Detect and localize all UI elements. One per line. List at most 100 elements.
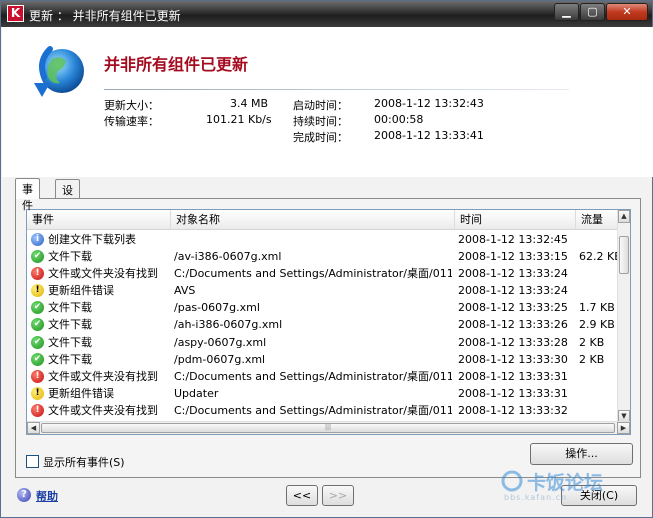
cell-time: 2008-1-12 13:33:32 bbox=[458, 403, 568, 417]
cell-traffic: 2 KB bbox=[579, 335, 605, 349]
cell-traffic: 2.9 KB bbox=[579, 318, 615, 332]
cell-traffic: 2 KB bbox=[579, 352, 605, 366]
scroll-left-icon[interactable]: ◀ bbox=[27, 422, 40, 434]
table-row[interactable]: ✔ 文件下载/pdm-0607g.xml 2008-1-12 13:33:30 2 K… bbox=[27, 351, 619, 368]
cell-event: 更新组件错误 bbox=[48, 284, 114, 298]
vertical-scrollbar[interactable]: ▲ ▼ bbox=[617, 210, 630, 423]
table-row[interactable]: ✔ 文件下载/av-i386-0607g.xml 2008-1-12 13:33:1… bbox=[27, 248, 619, 265]
cell-time: 2008-1-12 13:33:26 bbox=[458, 318, 568, 332]
horizontal-scrollbar[interactable]: ◀ ||| ▶ bbox=[27, 421, 630, 434]
cell-traffic bbox=[579, 282, 619, 299]
cell-time: 2008-1-12 13:33:24 bbox=[458, 267, 568, 281]
cell-traffic bbox=[579, 385, 619, 402]
show-all-events-checkbox[interactable] bbox=[26, 455, 39, 468]
update-size-value: 3.4 MB bbox=[230, 97, 269, 110]
status-header: 并非所有组件已更新 更新大小： 3.4 MB 传输速率： 101.21 Kb/s… bbox=[2, 27, 653, 177]
help-icon[interactable]: ? bbox=[17, 488, 31, 502]
vertical-scroll-thumb[interactable] bbox=[619, 236, 629, 274]
table-header: 事件 对象名称 时间 流量 bbox=[27, 210, 619, 230]
horizontal-scroll-thumb[interactable]: ||| bbox=[41, 423, 615, 433]
cell-time: 2008-1-12 13:33:24 bbox=[458, 284, 568, 298]
table-row[interactable]: ! 文件或文件夹没有找到 C:/Documents and Settings/Adm… bbox=[27, 368, 619, 385]
table-row[interactable]: ✔ 文件下载/aspy-0607g.xml 2008-1-12 13:33:28 2 … bbox=[27, 334, 619, 351]
kafan-watermark: 卡饭论坛 bbs.kafan.cn bbox=[501, 468, 641, 508]
cell-traffic bbox=[579, 231, 619, 248]
cell-traffic bbox=[579, 368, 619, 385]
cell-traffic: 1.7 KB bbox=[579, 301, 615, 315]
back-button[interactable]: << bbox=[286, 485, 318, 506]
cell-object-name: /av-i386-0607g.xml bbox=[174, 250, 282, 264]
title-bar[interactable]: K 更新 ： 并非所有组件已更新 ▁ ▢ ✕ bbox=[1, 1, 652, 27]
error-icon: ! bbox=[31, 403, 44, 417]
update-window: K 更新 ： 并非所有组件已更新 ▁ ▢ ✕ 并非所有组件已更新 更新大小： 3 bbox=[0, 0, 653, 518]
cell-time: 2008-1-12 13:33:31 bbox=[458, 369, 568, 383]
table-row[interactable]: ! 文件或文件夹没有找到 C:/Documents and Settings/Adm… bbox=[27, 265, 619, 282]
actions-button[interactable]: 操作... bbox=[530, 443, 633, 465]
error-icon: ! bbox=[31, 369, 44, 383]
start-time-value: 2008-1-12 13:32:43 bbox=[374, 97, 484, 110]
scroll-right-icon[interactable]: ▶ bbox=[617, 422, 630, 434]
cell-event: 文件或文件夹没有找到 bbox=[48, 369, 158, 383]
watermark-sub: bbs.kafan.cn bbox=[504, 493, 568, 502]
close-window-button[interactable]: ✕ bbox=[606, 3, 648, 21]
cell-object-name: Updater bbox=[174, 386, 219, 400]
forward-button[interactable]: >> bbox=[322, 485, 354, 506]
column-event[interactable]: 事件 bbox=[27, 210, 171, 230]
cell-time: 2008-1-12 13:33:15 bbox=[458, 250, 568, 264]
table-row[interactable]: ! 更新组件错误 Updater 2008-1-12 13:33:31 bbox=[27, 385, 619, 402]
tab-settings[interactable]: 设置 bbox=[55, 179, 80, 213]
cell-event: 文件或文件夹没有找到 bbox=[48, 403, 158, 417]
duration-label: 持续时间： bbox=[293, 115, 348, 128]
events-table: 事件 对象名称 时间 流量 i 创建文件下载列表 2008-1-12 13:32:4… bbox=[26, 209, 631, 435]
transfer-rate-label: 传输速率： bbox=[104, 115, 159, 128]
watermark-text: 卡饭论坛 bbox=[527, 472, 604, 494]
column-object-name[interactable]: 对象名称 bbox=[171, 210, 455, 230]
success-icon: ✔ bbox=[31, 250, 44, 264]
cell-event: 文件下载 bbox=[48, 318, 92, 332]
table-row[interactable]: i 创建文件下载列表 2008-1-12 13:32:45 bbox=[27, 231, 619, 248]
cell-object-name bbox=[174, 231, 452, 248]
cell-object-name: /pas-0607g.xml bbox=[174, 301, 260, 315]
column-time[interactable]: 时间 bbox=[455, 210, 576, 230]
error-icon: ! bbox=[31, 267, 44, 281]
table-body: i 创建文件下载列表 2008-1-12 13:32:45 ✔ 文件下载/av-i386… bbox=[27, 231, 619, 434]
show-all-events-label[interactable]: 显示所有事件(S) bbox=[43, 454, 125, 470]
scroll-up-icon[interactable]: ▲ bbox=[618, 210, 630, 223]
column-traffic[interactable]: 流量 bbox=[576, 210, 619, 230]
cell-object-name: AVS bbox=[174, 284, 196, 298]
table-row[interactable]: ! 更新组件错误 AVS 2008-1-12 13:33:24 bbox=[27, 282, 619, 299]
success-icon: ✔ bbox=[31, 318, 44, 332]
minimize-button[interactable]: ▁ bbox=[554, 3, 579, 21]
table-row[interactable]: ! 文件或文件夹没有找到 C:/Documents and Settings/Adm… bbox=[27, 402, 619, 419]
cell-event: 文件下载 bbox=[48, 352, 92, 366]
watermark-logo-icon bbox=[501, 470, 523, 492]
cell-traffic bbox=[579, 402, 619, 419]
cell-object-name: /ah-i386-0607g.xml bbox=[174, 318, 283, 332]
cell-object-name: C:/Documents and Settings/Administrator/… bbox=[174, 369, 452, 383]
cell-object-name: /aspy-0607g.xml bbox=[174, 335, 267, 349]
window-title: 更新 ： 并非所有组件已更新 bbox=[29, 9, 181, 23]
kaspersky-app-icon: K bbox=[7, 5, 24, 22]
cell-traffic bbox=[579, 265, 619, 282]
cell-event: 文件下载 bbox=[48, 250, 92, 264]
duration-value: 00:00:58 bbox=[374, 113, 424, 126]
help-link[interactable]: 帮助 bbox=[36, 488, 58, 504]
success-icon: ✔ bbox=[31, 301, 44, 315]
end-time-label: 完成时间： bbox=[293, 131, 348, 144]
end-time-value: 2008-1-12 13:33:41 bbox=[374, 129, 484, 142]
cell-time: 2008-1-12 13:33:28 bbox=[458, 335, 568, 349]
header-divider bbox=[104, 89, 569, 90]
table-row[interactable]: ✔ 文件下载/ah-i386-0607g.xml 2008-1-12 13:33:2… bbox=[27, 316, 619, 333]
cell-time: 2008-1-12 13:33:25 bbox=[458, 301, 568, 315]
cell-object-name: /pdm-0607g.xml bbox=[174, 352, 266, 366]
table-row[interactable]: ✔ 文件下载/pas-0607g.xml 2008-1-12 13:33:25 1.7… bbox=[27, 299, 619, 316]
tab-events[interactable]: 事件 bbox=[15, 178, 40, 212]
update-globe-icon bbox=[34, 46, 84, 97]
start-time-label: 启动时间： bbox=[293, 99, 348, 112]
cell-time: 2008-1-12 13:33:30 bbox=[458, 352, 568, 366]
events-panel: 事件 对象名称 时间 流量 i 创建文件下载列表 2008-1-12 13:32:4… bbox=[15, 198, 641, 478]
update-size-label: 更新大小： bbox=[104, 99, 159, 112]
maximize-button[interactable]: ▢ bbox=[580, 3, 605, 21]
warning-icon: ! bbox=[31, 386, 44, 400]
cell-traffic: 62.2 KB bbox=[579, 250, 619, 264]
